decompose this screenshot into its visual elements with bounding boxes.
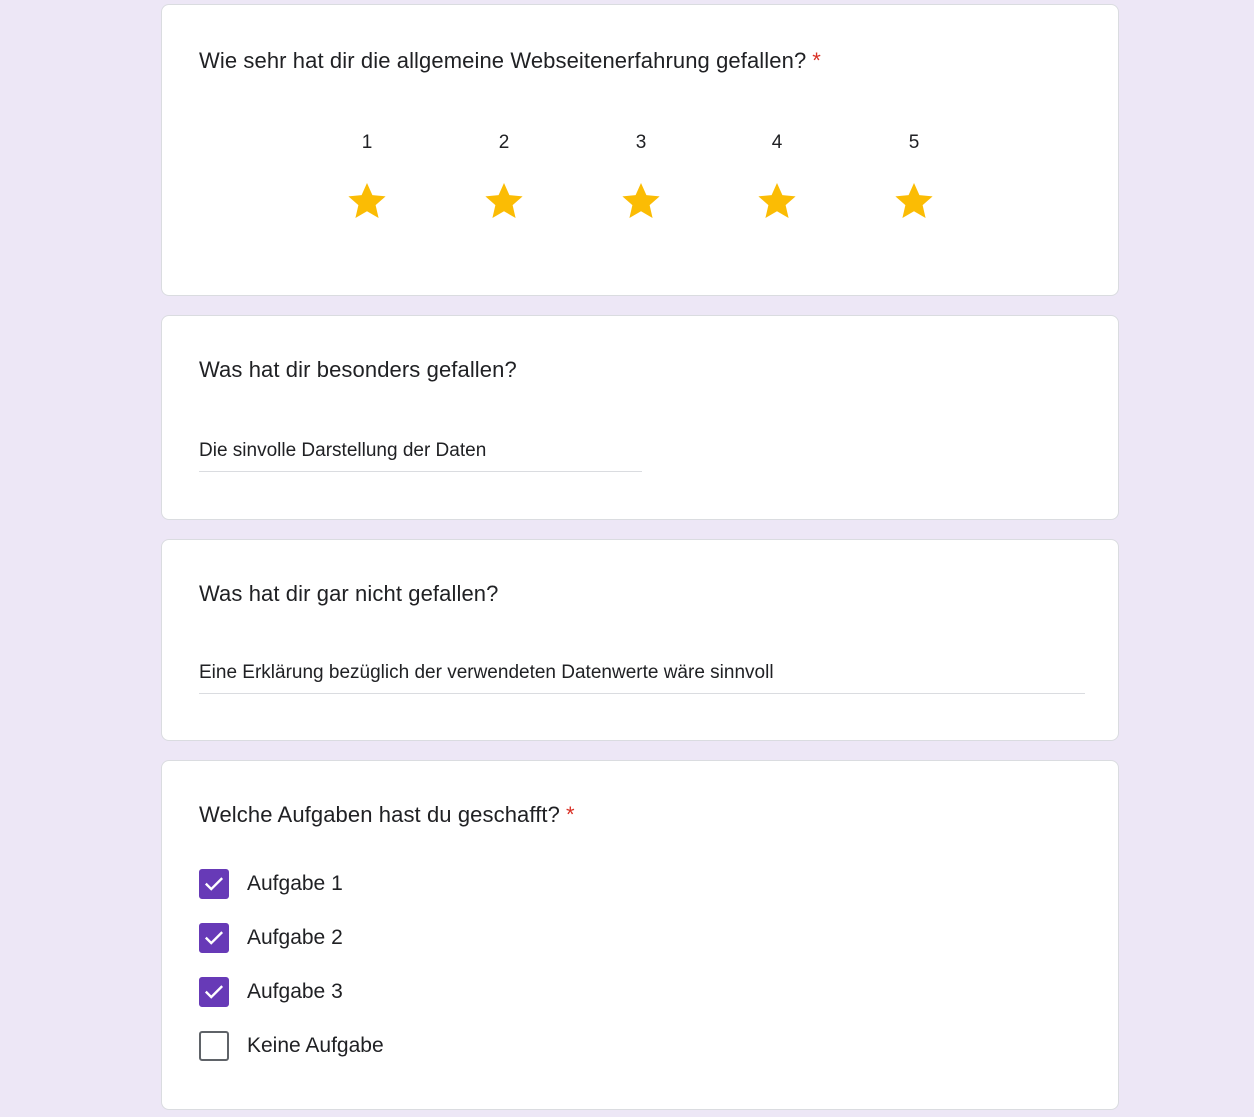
required-marker: * <box>565 802 575 827</box>
star-icon[interactable] <box>892 179 936 223</box>
checkbox-unchecked[interactable] <box>199 1031 229 1061</box>
checkbox-checked[interactable] <box>199 869 229 899</box>
disliked-question-card: Was hat dir gar nicht gefallen? Eine Erk… <box>161 539 1119 741</box>
task-option-aufgabe-1[interactable]: Aufgabe 1 <box>199 868 343 900</box>
liked-answer-input[interactable]: Die sinvolle Darstellung der Daten <box>199 439 642 472</box>
star-icon[interactable] <box>345 179 389 223</box>
task-option-keine-aufgabe[interactable]: Keine Aufgabe <box>199 1030 384 1062</box>
rating-option-2: 2 <box>474 131 534 223</box>
rating-option-1: 1 <box>337 131 397 223</box>
rating-label-4: 4 <box>771 132 783 153</box>
rating-question-card: Wie sehr hat dir die allgemeine Webseite… <box>161 4 1119 296</box>
rating-question-title-row: Wie sehr hat dir die allgemeine Webseite… <box>199 47 821 75</box>
checkbox-checked[interactable] <box>199 977 229 1007</box>
liked-question-title: Was hat dir besonders gefallen? <box>199 357 517 382</box>
rating-label-5: 5 <box>908 132 920 153</box>
task-option-label: Keine Aufgabe <box>247 1034 384 1057</box>
check-icon <box>204 877 224 891</box>
tasks-question-card: Welche Aufgaben hast du geschafft? * Aufg… <box>161 760 1119 1110</box>
rating-option-5: 5 <box>884 131 944 223</box>
rating-label-3: 3 <box>635 132 647 153</box>
rating-label-2: 2 <box>498 132 510 153</box>
rating-option-4: 4 <box>747 131 807 223</box>
checkbox-checked[interactable] <box>199 923 229 953</box>
task-option-label: Aufgabe 2 <box>247 926 343 949</box>
disliked-question-title: Was hat dir gar nicht gefallen? <box>199 581 499 606</box>
rating-question-title: Wie sehr hat dir die allgemeine Webseite… <box>199 48 807 73</box>
check-icon <box>204 931 224 945</box>
task-option-aufgabe-2[interactable]: Aufgabe 2 <box>199 922 343 954</box>
required-marker: * <box>812 48 821 73</box>
check-icon <box>204 985 224 999</box>
star-icon[interactable] <box>755 179 799 223</box>
task-option-aufgabe-3[interactable]: Aufgabe 3 <box>199 976 343 1008</box>
star-icon[interactable] <box>482 179 526 223</box>
tasks-question-title-row: Welche Aufgaben hast du geschafft? * <box>199 801 575 829</box>
rating-option-3: 3 <box>611 131 671 223</box>
tasks-question-title: Welche Aufgaben hast du geschafft? <box>199 802 560 827</box>
rating-label-1: 1 <box>361 132 373 153</box>
liked-question-card: Was hat dir besonders gefallen? Die sinv… <box>161 315 1119 520</box>
task-option-label: Aufgabe 1 <box>247 872 343 895</box>
star-icon[interactable] <box>619 179 663 223</box>
disliked-answer-input[interactable]: Eine Erklärung bezüglich der verwendeten… <box>199 661 1085 694</box>
task-option-label: Aufgabe 3 <box>247 980 343 1003</box>
